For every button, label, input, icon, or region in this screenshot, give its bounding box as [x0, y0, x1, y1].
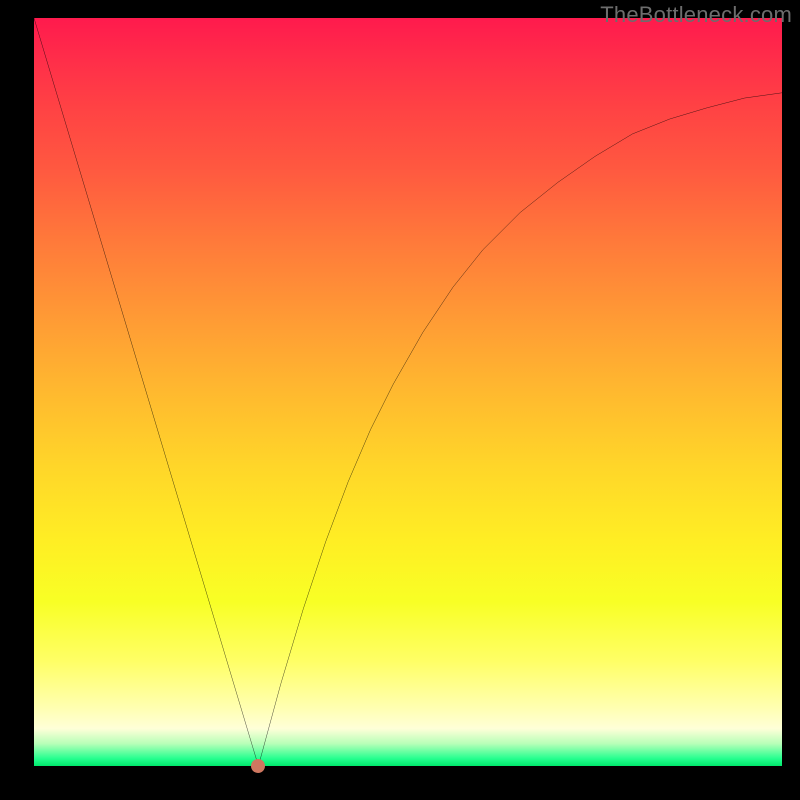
- plot-area: [34, 18, 782, 766]
- attribution-text: TheBottleneck.com: [600, 2, 792, 28]
- chart-stage: TheBottleneck.com: [0, 0, 800, 800]
- curve-svg: [34, 18, 782, 766]
- min-marker: [251, 759, 265, 773]
- bottleneck-curve: [34, 18, 782, 766]
